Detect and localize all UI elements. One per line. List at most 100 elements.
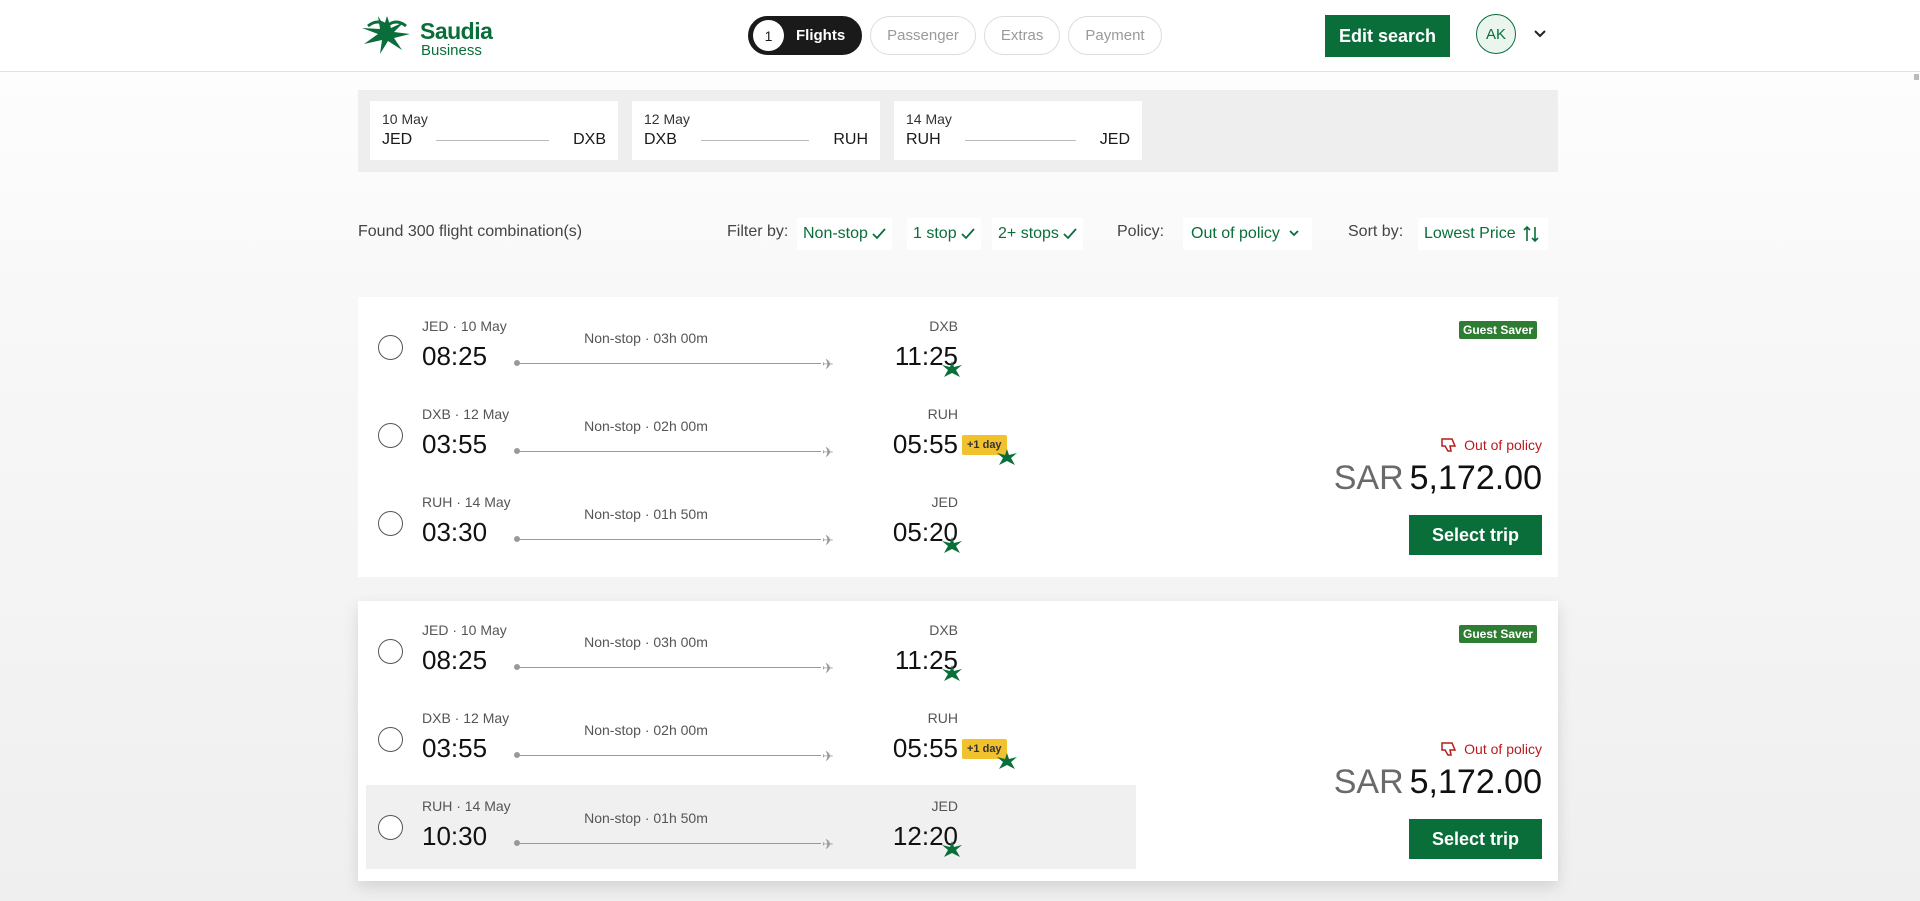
- step-label: Passenger: [887, 27, 959, 44]
- plane-icon: ✈: [822, 836, 834, 852]
- check-icon: [960, 228, 975, 240]
- flight-segment: DXB · 12 May 03:55 Non-stop · 02h 00m ✈ …: [366, 689, 1136, 773]
- step-payment[interactable]: Payment: [1068, 16, 1162, 55]
- leg-destination: RUH: [833, 131, 868, 148]
- step-label: Flights: [796, 27, 846, 44]
- step-label: Extras: [1000, 27, 1044, 44]
- saudia-airline-icon: [942, 361, 962, 377]
- departure-label: DXB · 12 May: [422, 710, 510, 726]
- route-leg-2[interactable]: 12 May DXB RUH: [632, 101, 880, 160]
- sort-value: Lowest Price: [1424, 225, 1516, 242]
- scrollbar-thumb[interactable]: [1914, 74, 1919, 80]
- policy-status: Out of policy: [1440, 741, 1542, 757]
- segment-radio[interactable]: [378, 815, 403, 840]
- saudia-airline-icon: [942, 537, 962, 553]
- route-line: [518, 667, 821, 668]
- segment-duration: Non-stop · 02h 00m: [584, 418, 708, 434]
- check-icon: [872, 228, 886, 240]
- route-leg-1[interactable]: 10 May JED DXB: [370, 101, 618, 160]
- departure-label: JED · 10 May: [422, 318, 507, 334]
- step-flights[interactable]: 1 Flights: [748, 16, 863, 55]
- segment-radio[interactable]: [378, 639, 403, 664]
- edit-search-button[interactable]: Edit search: [1325, 15, 1450, 57]
- price-amount: 5,172.00: [1409, 459, 1542, 497]
- departure-time: 08:25: [422, 341, 488, 371]
- segment-duration: Non-stop · 01h 50m: [584, 506, 708, 522]
- route-line: [518, 451, 821, 452]
- flight-segment: RUH · 14 May 03:30 Non-stop · 01h 50m ✈ …: [366, 473, 1136, 557]
- price-amount: 5,172.00: [1409, 763, 1542, 801]
- thumbs-down-icon: [1441, 438, 1457, 452]
- segment-radio[interactable]: [378, 423, 403, 448]
- departure-time: 10:30: [422, 821, 488, 851]
- leg-divider: [964, 139, 1076, 141]
- filter-1-stop[interactable]: 1 stop: [907, 218, 981, 250]
- saudia-airline-icon: [997, 449, 1017, 465]
- arrival-label: DXB: [929, 622, 958, 638]
- trip-price: SAR 5,172.00: [1334, 763, 1542, 802]
- price-currency: SAR: [1333, 763, 1404, 801]
- results-count: Found 300 flight combination(s): [358, 223, 583, 240]
- guest-saver-badge: Guest Saver: [1459, 625, 1538, 643]
- guest-saver-badge: Guest Saver: [1459, 321, 1538, 339]
- policy-dropdown[interactable]: Out of policy: [1183, 218, 1312, 250]
- thumbs-down-icon: [1441, 742, 1457, 756]
- departure-time: 03:55: [422, 429, 488, 459]
- filter-non-stop[interactable]: Non-stop: [797, 218, 892, 250]
- segment-duration: Non-stop · 03h 00m: [584, 330, 708, 346]
- chevron-down-icon: [1289, 230, 1299, 237]
- trip-card: JED · 10 May 08:25 Non-stop · 03h 00m ✈ …: [358, 601, 1558, 881]
- departure-label: DXB · 12 May: [422, 406, 510, 422]
- plane-icon: ✈: [822, 444, 834, 460]
- filter-2-plus-stops[interactable]: 2+ stops: [992, 218, 1083, 250]
- plane-icon: ✈: [822, 356, 834, 372]
- leg-destination: DXB: [573, 131, 606, 148]
- leg-date: 10 May: [382, 111, 428, 127]
- policy-status-text: Out of policy: [1464, 437, 1542, 453]
- avatar[interactable]: AK: [1476, 14, 1516, 54]
- arrival-label: RUH: [927, 406, 958, 422]
- flight-segment: DXB · 12 May 03:55 Non-stop · 02h 00m ✈ …: [366, 385, 1136, 469]
- step-extras[interactable]: Extras: [983, 16, 1061, 55]
- filter-label-text: 2+ stops: [998, 225, 1059, 242]
- arrival-label: JED: [931, 494, 958, 510]
- select-trip-button[interactable]: Select trip: [1409, 819, 1542, 859]
- sort-arrows-icon: [1523, 225, 1539, 243]
- plane-icon: ✈: [822, 532, 834, 548]
- leg-date: 12 May: [644, 111, 690, 127]
- booking-steps: 1 Flights Passenger Extras Payment: [748, 16, 1162, 55]
- chevron-down-icon[interactable]: [1532, 26, 1548, 42]
- policy-status-text: Out of policy: [1464, 741, 1542, 757]
- flight-segment: JED · 10 May 08:25 Non-stop · 03h 00m ✈ …: [366, 297, 1136, 381]
- segment-radio[interactable]: [378, 727, 403, 752]
- saudia-palm-logo-icon: [362, 16, 410, 54]
- leg-origin: JED: [382, 131, 413, 148]
- segment-radio[interactable]: [378, 335, 403, 360]
- route-leg-3[interactable]: 14 May RUH JED: [894, 101, 1142, 160]
- leg-origin: RUH: [906, 131, 941, 148]
- logo-sub: Business: [421, 42, 482, 59]
- departure-time: 08:25: [422, 645, 488, 675]
- step-passenger[interactable]: Passenger: [870, 16, 976, 55]
- leg-date: 14 May: [906, 111, 952, 127]
- segment-duration: Non-stop · 03h 00m: [584, 634, 708, 650]
- flight-segment-highlighted[interactable]: RUH · 14 May 10:30 Non-stop · 01h 50m ✈ …: [366, 785, 1136, 869]
- policy-value: Out of policy: [1191, 225, 1280, 242]
- departure-time: 03:30: [422, 517, 488, 547]
- leg-origin: DXB: [644, 131, 677, 148]
- route-summary-bar: 10 May JED DXB 12 May DXB RUH 14 May RUH JE…: [358, 90, 1558, 172]
- segment-duration: Non-stop · 02h 00m: [584, 722, 708, 738]
- leg-divider: [700, 139, 810, 141]
- sort-dropdown[interactable]: Lowest Price: [1418, 218, 1548, 250]
- results-toolbar: Found 300 flight combination(s) Filter b…: [358, 218, 1558, 250]
- saudia-business-logo[interactable]: Saudia Business: [358, 12, 508, 59]
- leg-destination: JED: [1099, 131, 1130, 148]
- trip-price: SAR 5,172.00: [1334, 459, 1542, 498]
- select-trip-button[interactable]: Select trip: [1409, 515, 1542, 555]
- saudia-airline-icon: [942, 841, 962, 857]
- segment-radio[interactable]: [378, 511, 403, 536]
- route-line: [518, 755, 821, 756]
- departure-label: RUH · 14 May: [422, 798, 511, 814]
- departure-label: JED · 10 May: [422, 622, 507, 638]
- arrival-label: JED: [931, 798, 958, 814]
